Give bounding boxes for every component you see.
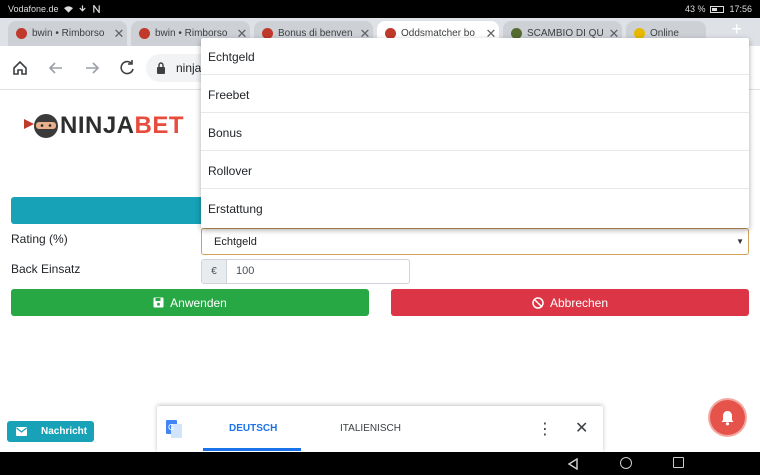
- rating-label: Rating (%): [11, 232, 68, 246]
- home-icon[interactable]: [10, 58, 30, 78]
- close-icon[interactable]: ✕: [575, 418, 588, 438]
- new-tab-icon[interactable]: +: [731, 19, 742, 40]
- active-tab-indicator: [203, 448, 301, 451]
- status-bar: Vodafone.de 43 % 17:56: [0, 0, 760, 18]
- cancel-button-label: Abbrechen: [549, 295, 609, 310]
- language-tab-italienisch[interactable]: ITALIENISCH: [340, 423, 401, 434]
- clock: 17:56: [729, 4, 752, 14]
- ninja-head-icon: [24, 114, 58, 138]
- message-button-label: Nachricht: [41, 426, 88, 437]
- browser-tab[interactable]: bwin • Rimborso ✕: [8, 21, 127, 46]
- dropdown-option[interactable]: Erstattung: [201, 190, 749, 227]
- language-tab-deutsch[interactable]: DEUTSCH: [229, 423, 277, 434]
- ban-icon: [532, 296, 544, 309]
- system-nav-bar: [0, 452, 760, 475]
- nav-recents-icon[interactable]: [673, 457, 684, 468]
- back-arrow-icon[interactable]: [46, 58, 66, 78]
- message-button[interactable]: Nachricht: [7, 421, 94, 442]
- dropdown-option[interactable]: Echtgeld: [201, 38, 749, 75]
- google-translate-icon: G: [166, 420, 182, 438]
- apply-button[interactable]: Anwenden: [11, 289, 369, 316]
- back-stake-label: Back Einsatz: [11, 262, 81, 276]
- lock-icon: [157, 62, 165, 74]
- mail-icon: [16, 427, 27, 436]
- more-vert-icon[interactable]: ⋮: [537, 419, 553, 439]
- apply-button-label: Anwenden: [170, 295, 227, 310]
- tab-close-icon[interactable]: ✕: [111, 26, 127, 42]
- bet-type-select[interactable]: Echtgeld ▼: [201, 228, 749, 255]
- dropdown-arrow-icon: ▼: [736, 237, 744, 246]
- bell-icon: [721, 411, 734, 426]
- back-stake-input-group: € 100: [201, 259, 410, 284]
- save-icon: [153, 297, 164, 308]
- dropdown-option[interactable]: Freebet: [201, 76, 749, 113]
- select-value: Echtgeld: [214, 236, 257, 248]
- notification-bell-button[interactable]: [710, 400, 745, 435]
- dropdown-option[interactable]: Bonus: [201, 114, 749, 151]
- svg-text:G: G: [168, 423, 174, 432]
- nav-back-icon[interactable]: [567, 458, 579, 470]
- translate-bar: G DEUTSCH ITALIENISCH ⋮ ✕: [157, 406, 603, 452]
- wifi-icon: [63, 6, 73, 13]
- dropdown-option[interactable]: Rollover: [201, 152, 749, 189]
- reload-icon[interactable]: [117, 58, 137, 78]
- url-text: ninja: [176, 61, 202, 75]
- tab-title: bwin • Rimborso: [32, 28, 105, 39]
- currency-prefix: €: [202, 260, 227, 283]
- cancel-button[interactable]: Abbrechen: [391, 289, 749, 316]
- carrier-name: Vodafone.de: [8, 4, 59, 14]
- forward-arrow-icon[interactable]: [82, 58, 102, 78]
- back-stake-input[interactable]: 100: [236, 265, 254, 277]
- nfc-icon: [92, 5, 100, 13]
- download-icon: [78, 5, 86, 12]
- logo-text-bet: BET: [134, 112, 185, 139]
- tab-favicon-icon: [139, 28, 150, 39]
- battery-icon: [710, 5, 725, 13]
- logo-text-ninja: NINJA: [60, 112, 135, 139]
- select-dropdown-list: Echtgeld Freebet Bonus Rollover Erstattu…: [201, 38, 749, 228]
- ninjabet-logo[interactable]: NINJA BET: [24, 112, 184, 140]
- battery-percent: 43 %: [684, 4, 706, 14]
- tab-favicon-icon: [16, 28, 27, 39]
- section-header-bar: [11, 197, 211, 224]
- nav-home-icon[interactable]: [620, 457, 632, 469]
